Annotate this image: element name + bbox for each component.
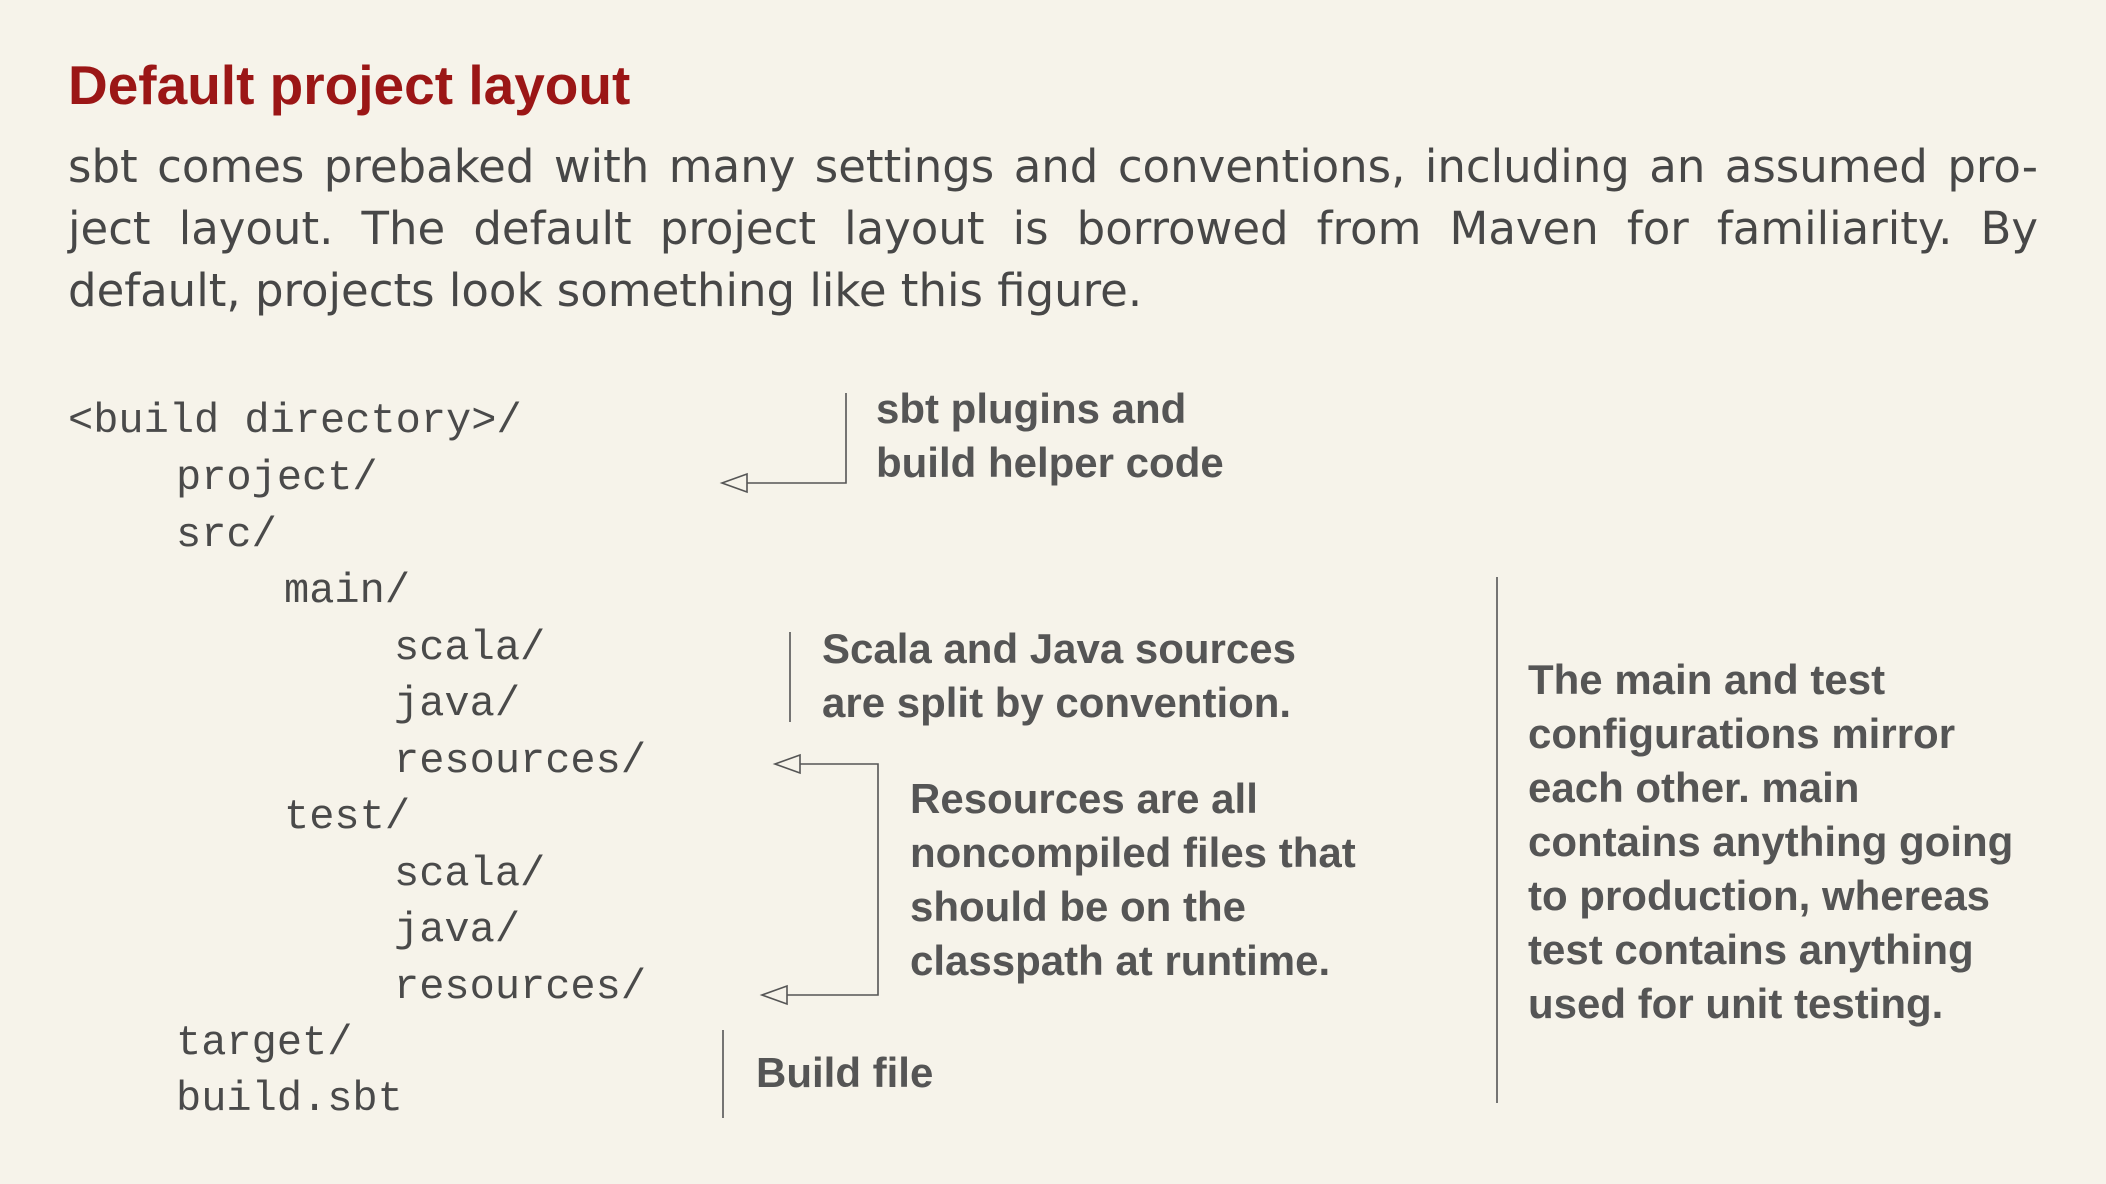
tree-main-java-dir: java/ <box>394 680 521 728</box>
resources-annotation: Resources are all noncompiled files that… <box>910 772 1356 988</box>
main-test-mirror-annotation: The main and test configurations mirror … <box>1528 653 2013 1031</box>
resources-annotation-line: classpath at runtime. <box>910 937 1331 984</box>
tree-test-resources-dir: resources/ <box>394 963 647 1011</box>
resources-annotation-line: should be on the <box>910 883 1246 930</box>
resources-main-arrowhead <box>772 753 801 775</box>
section-title: Default project layout <box>68 54 631 116</box>
build-file-annotation-line: Build file <box>756 1049 934 1096</box>
tree-main-resources-dir: resources/ <box>394 737 647 785</box>
plugins-arrowhead <box>719 472 748 494</box>
resources-test-arrowhead <box>759 984 788 1006</box>
mirror-annotation-line: configurations mirror <box>1528 710 1956 757</box>
tree-src-dir: src/ <box>176 511 277 559</box>
plugins-annotation-line: build helper code <box>876 439 1224 486</box>
mirror-annotation-line: contains anything going <box>1528 818 2014 865</box>
mirror-annotation-line: each other. main <box>1528 764 1860 811</box>
build-file-annotation: Build file <box>756 1046 933 1100</box>
tree-project-dir: project/ <box>176 454 378 502</box>
tree-test-java-dir: java/ <box>394 906 521 954</box>
plugins-connector <box>747 393 847 484</box>
mirror-annotation-line: to production, whereas <box>1528 872 1991 919</box>
sources-annotation: Scala and Java sources are split by conv… <box>822 622 1296 730</box>
mirror-annotation-line: used for unit testing. <box>1528 980 1944 1027</box>
tree-test-dir: test/ <box>284 793 411 841</box>
tree-test-scala-dir: scala/ <box>394 850 546 898</box>
resources-annotation-line: noncompiled files that <box>910 829 1356 876</box>
resources-annotation-line: Resources are all <box>910 775 1258 822</box>
tree-build-directory: <build directory>/ <box>68 397 522 445</box>
mirror-annotation-line: The main and test <box>1528 656 1886 703</box>
intro-paragraph: sbt comes prebaked with many settings an… <box>68 140 2038 317</box>
plugins-annotation-line: sbt plugins and <box>876 385 1187 432</box>
tree-target-dir: target/ <box>176 1019 353 1067</box>
resources-connector <box>787 763 879 996</box>
sources-annotation-line: are split by convention. <box>822 679 1292 726</box>
tree-main-scala-dir: scala/ <box>394 624 546 672</box>
tree-main-dir: main/ <box>284 567 411 615</box>
mirror-annotation-line: test contains anything <box>1528 926 1974 973</box>
sources-annotation-line: Scala and Java sources <box>822 625 1296 672</box>
plugins-annotation: sbt plugins and build helper code <box>876 382 1224 490</box>
tree-build-sbt-file: build.sbt <box>176 1075 403 1123</box>
